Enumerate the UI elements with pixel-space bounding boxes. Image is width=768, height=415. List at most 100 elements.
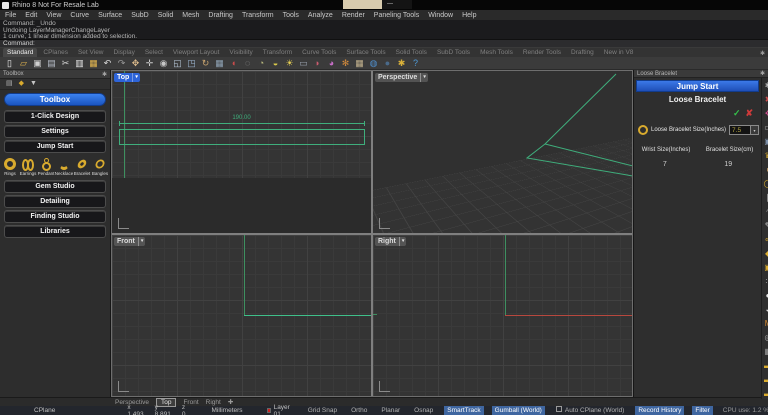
tab-transform[interactable]: Transform [259, 48, 296, 57]
menu-drafting[interactable]: Drafting [208, 12, 233, 19]
monitor-icon[interactable]: ▣ [762, 136, 768, 147]
toolbox-gear-icon[interactable]: ✱ [102, 71, 107, 78]
record-history-toggle[interactable]: Record History [635, 406, 684, 415]
menu-subd[interactable]: SubD [131, 12, 149, 19]
menu-mesh[interactable]: Mesh [182, 12, 199, 19]
blob-tool-icon[interactable]: ◕ [762, 304, 768, 315]
chevron-down-icon[interactable]: ▾ [399, 237, 406, 246]
viewport-top-label[interactable]: Top ▾ [114, 73, 140, 82]
chevron-down-icon[interactable]: ▾ [132, 73, 139, 82]
pen-tool-icon[interactable]: ✎ [762, 220, 768, 231]
tab-subd-tools[interactable]: SubD Tools [433, 48, 474, 57]
libraries-button[interactable]: Libraries [4, 225, 106, 238]
dropdown-arrow-icon[interactable]: ▾ [751, 125, 759, 135]
auto-cplane-toggle[interactable]: Auto CPlane (World) [553, 406, 628, 415]
menu-tools[interactable]: Tools [283, 12, 299, 19]
arc-tool-icon[interactable]: ◜ [762, 206, 768, 217]
display-mode-icon[interactable]: ▭ [762, 122, 768, 133]
tab-cplanes[interactable]: CPlanes [39, 48, 72, 57]
viewport-tab-right[interactable]: Right [206, 399, 221, 406]
shaded-view-icon[interactable]: ◖ [227, 57, 240, 69]
save-icon[interactable]: ▣ [31, 57, 44, 69]
selected-bracelet-outline[interactable] [119, 129, 365, 145]
tab-render-tools[interactable]: Render Tools [519, 48, 565, 57]
material-icon[interactable]: ✻ [339, 57, 352, 69]
current-layer[interactable]: Layer 01 [267, 404, 291, 415]
viewport-front[interactable]: Front ▾ [112, 235, 371, 397]
clay-icon[interactable]: ◗ [762, 164, 768, 175]
bracelet-size-icon[interactable] [638, 125, 648, 135]
menu-help[interactable]: Help [462, 12, 476, 19]
bracelet-size-value[interactable]: 7.5 [729, 125, 751, 135]
trophy-icon[interactable]: ♛ [762, 150, 768, 161]
copy-icon[interactable]: ▥ [73, 57, 86, 69]
open-file-icon[interactable]: ▱ [17, 57, 30, 69]
pan-icon[interactable]: ✥ [129, 57, 142, 69]
jewelry-bangles-button[interactable]: Bangles [92, 158, 108, 176]
jewelry-earrings-button[interactable]: Earrings [20, 158, 36, 176]
menu-window[interactable]: Window [428, 12, 453, 19]
gem-studio-button[interactable]: Gem Studio [4, 180, 106, 193]
grid-snap-toggle[interactable]: Grid Snap [305, 406, 340, 415]
menu-edit[interactable]: Edit [25, 12, 37, 19]
selected-curve-line[interactable] [244, 315, 371, 316]
jewelry-bracelet-button[interactable]: Bracelet [74, 158, 90, 176]
bracelet-size-dropdown[interactable]: 7.5 ▾ [729, 125, 759, 135]
planar-toggle[interactable]: Planar [378, 406, 403, 415]
gold-ingot-icon-3[interactable]: ▬ [762, 388, 768, 399]
pearl-tool-icon[interactable]: ● [762, 290, 768, 301]
chevron-down-icon[interactable]: ▾ [138, 237, 145, 246]
jewelry-necklace-button[interactable]: Necklace [56, 158, 72, 176]
toolbox-panel-titlebar[interactable]: Toolbox ✱ [0, 70, 110, 79]
letter-m-tool-icon[interactable]: M [762, 318, 768, 329]
new-viewport-tab-button[interactable]: ✚ [228, 398, 233, 406]
ortho-toggle[interactable]: Ortho [348, 406, 370, 415]
pause-icon[interactable]: ∥ [762, 192, 768, 203]
tab-standard[interactable]: Standard [3, 48, 37, 57]
lock-icon[interactable]: ◆ [19, 79, 24, 89]
chain-tool-icon[interactable]: ∞ [762, 234, 768, 245]
options-gear-icon[interactable]: ✱ [395, 57, 408, 69]
menu-surface[interactable]: Surface [98, 12, 122, 19]
command-prompt[interactable]: Command: [0, 40, 768, 48]
viewport-right-label[interactable]: Right ▾ [375, 237, 406, 246]
menu-file[interactable]: File [5, 12, 16, 19]
tab-drafting[interactable]: Drafting [567, 48, 598, 57]
grid-options-icon[interactable]: ▦ [353, 57, 366, 69]
cplane-selector[interactable]: CPlane [34, 407, 55, 414]
osnap-toggle[interactable]: Osnap [411, 406, 436, 415]
tab-new-in-v8[interactable]: New in V8 [600, 48, 638, 57]
toolbar-gear-icon[interactable]: ✱ [760, 50, 765, 57]
jump-start-button[interactable]: Jump Start [4, 140, 106, 153]
cancel-icon[interactable]: ✘ [746, 108, 754, 119]
filter-toggle[interactable]: Filter [692, 406, 712, 415]
tab-display[interactable]: Display [110, 48, 139, 57]
detailing-button[interactable]: Detailing [4, 195, 106, 208]
viewport-right[interactable]: Right ▾ [373, 235, 632, 397]
settings-button[interactable]: Settings [4, 125, 106, 138]
rotate-view-icon[interactable]: ↻ [199, 57, 212, 69]
viewport-top[interactable]: 190.00 Top ▾ [112, 71, 371, 233]
gem-color-icon[interactable]: ❖ [762, 108, 768, 119]
circle-tool-icon[interactable]: ◎ [762, 332, 768, 343]
redo-icon[interactable]: ↷ [115, 57, 128, 69]
tab-viewport-layout[interactable]: Viewport Layout [169, 48, 224, 57]
smarttrack-toggle[interactable]: SmartTrack [444, 406, 483, 415]
sphere-icon[interactable]: ● [381, 57, 394, 69]
tab-mesh-tools[interactable]: Mesh Tools [476, 48, 517, 57]
zoom-extents-icon[interactable]: ◳ [185, 57, 198, 69]
tab-set-view[interactable]: Set View [74, 48, 108, 57]
delete-icon[interactable]: ✖ [762, 94, 768, 105]
display-options-icon[interactable]: ▭ [297, 57, 310, 69]
viewport-perspective[interactable]: Perspective ▾ [373, 71, 632, 233]
cut-icon[interactable]: ✂ [59, 57, 72, 69]
wireframe-view-icon[interactable]: ◌ [241, 57, 254, 69]
menu-view[interactable]: View [46, 12, 61, 19]
new-file-icon[interactable]: ▯ [3, 57, 16, 69]
menu-analyze[interactable]: Analyze [308, 12, 333, 19]
bezel-tool-icon[interactable]: ▣ [762, 262, 768, 273]
confirm-icon[interactable]: ✓ [733, 108, 741, 119]
toolbox-home-button[interactable]: Toolbox [4, 93, 106, 106]
menu-render[interactable]: Render [342, 12, 365, 19]
gumball-toggle[interactable]: Gumball (World) [492, 406, 545, 415]
